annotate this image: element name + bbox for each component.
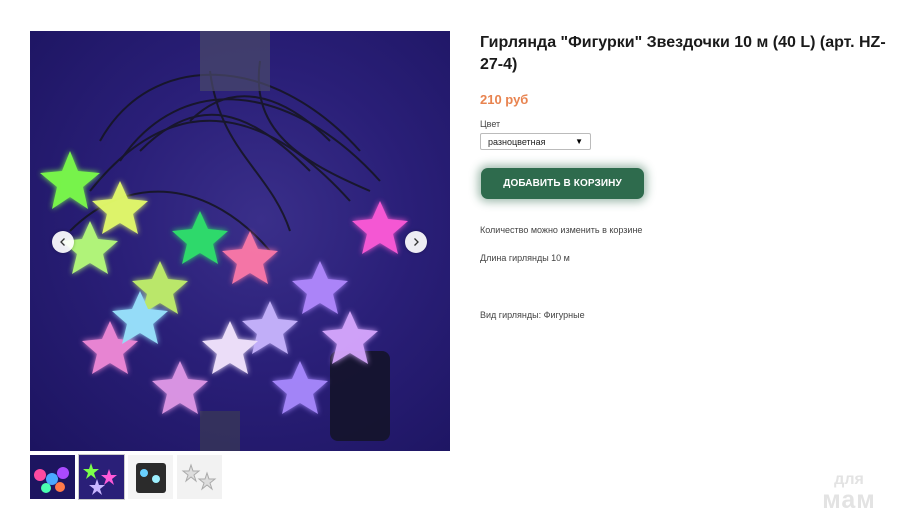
thumbnail-strip (30, 454, 222, 500)
product-title: Гирлянда "Фигурки" Звездочки 10 м (40 L)… (480, 34, 886, 73)
quantity-note: Количество можно изменить в корзине (480, 225, 643, 235)
garland-photo (40, 31, 408, 451)
product-main-image[interactable] (30, 31, 450, 451)
site-watermark: для мам (822, 471, 876, 514)
color-select-value: разноцветная (488, 136, 546, 147)
product-price: 210 руб (480, 92, 529, 107)
chevron-right-icon (414, 238, 419, 246)
gallery-next-button[interactable] (405, 231, 427, 253)
chevron-left-icon (60, 238, 65, 246)
length-note: Длина гирлянды 10 м (480, 253, 570, 263)
color-select[interactable]: разноцветная ▼ (480, 133, 591, 150)
color-label: Цвет (480, 119, 501, 129)
thumbnail-2[interactable] (78, 454, 125, 500)
add-to-cart-button[interactable]: ДОБАВИТЬ В КОРЗИНУ (481, 168, 644, 199)
thumbnail-4[interactable] (177, 455, 222, 499)
gallery-prev-button[interactable] (52, 231, 74, 253)
thumbnail-3[interactable] (128, 455, 173, 499)
type-note: Вид гирлянды: Фигурные (480, 310, 585, 320)
dropdown-caret-icon: ▼ (575, 137, 583, 146)
thumbnail-1[interactable] (30, 455, 75, 499)
